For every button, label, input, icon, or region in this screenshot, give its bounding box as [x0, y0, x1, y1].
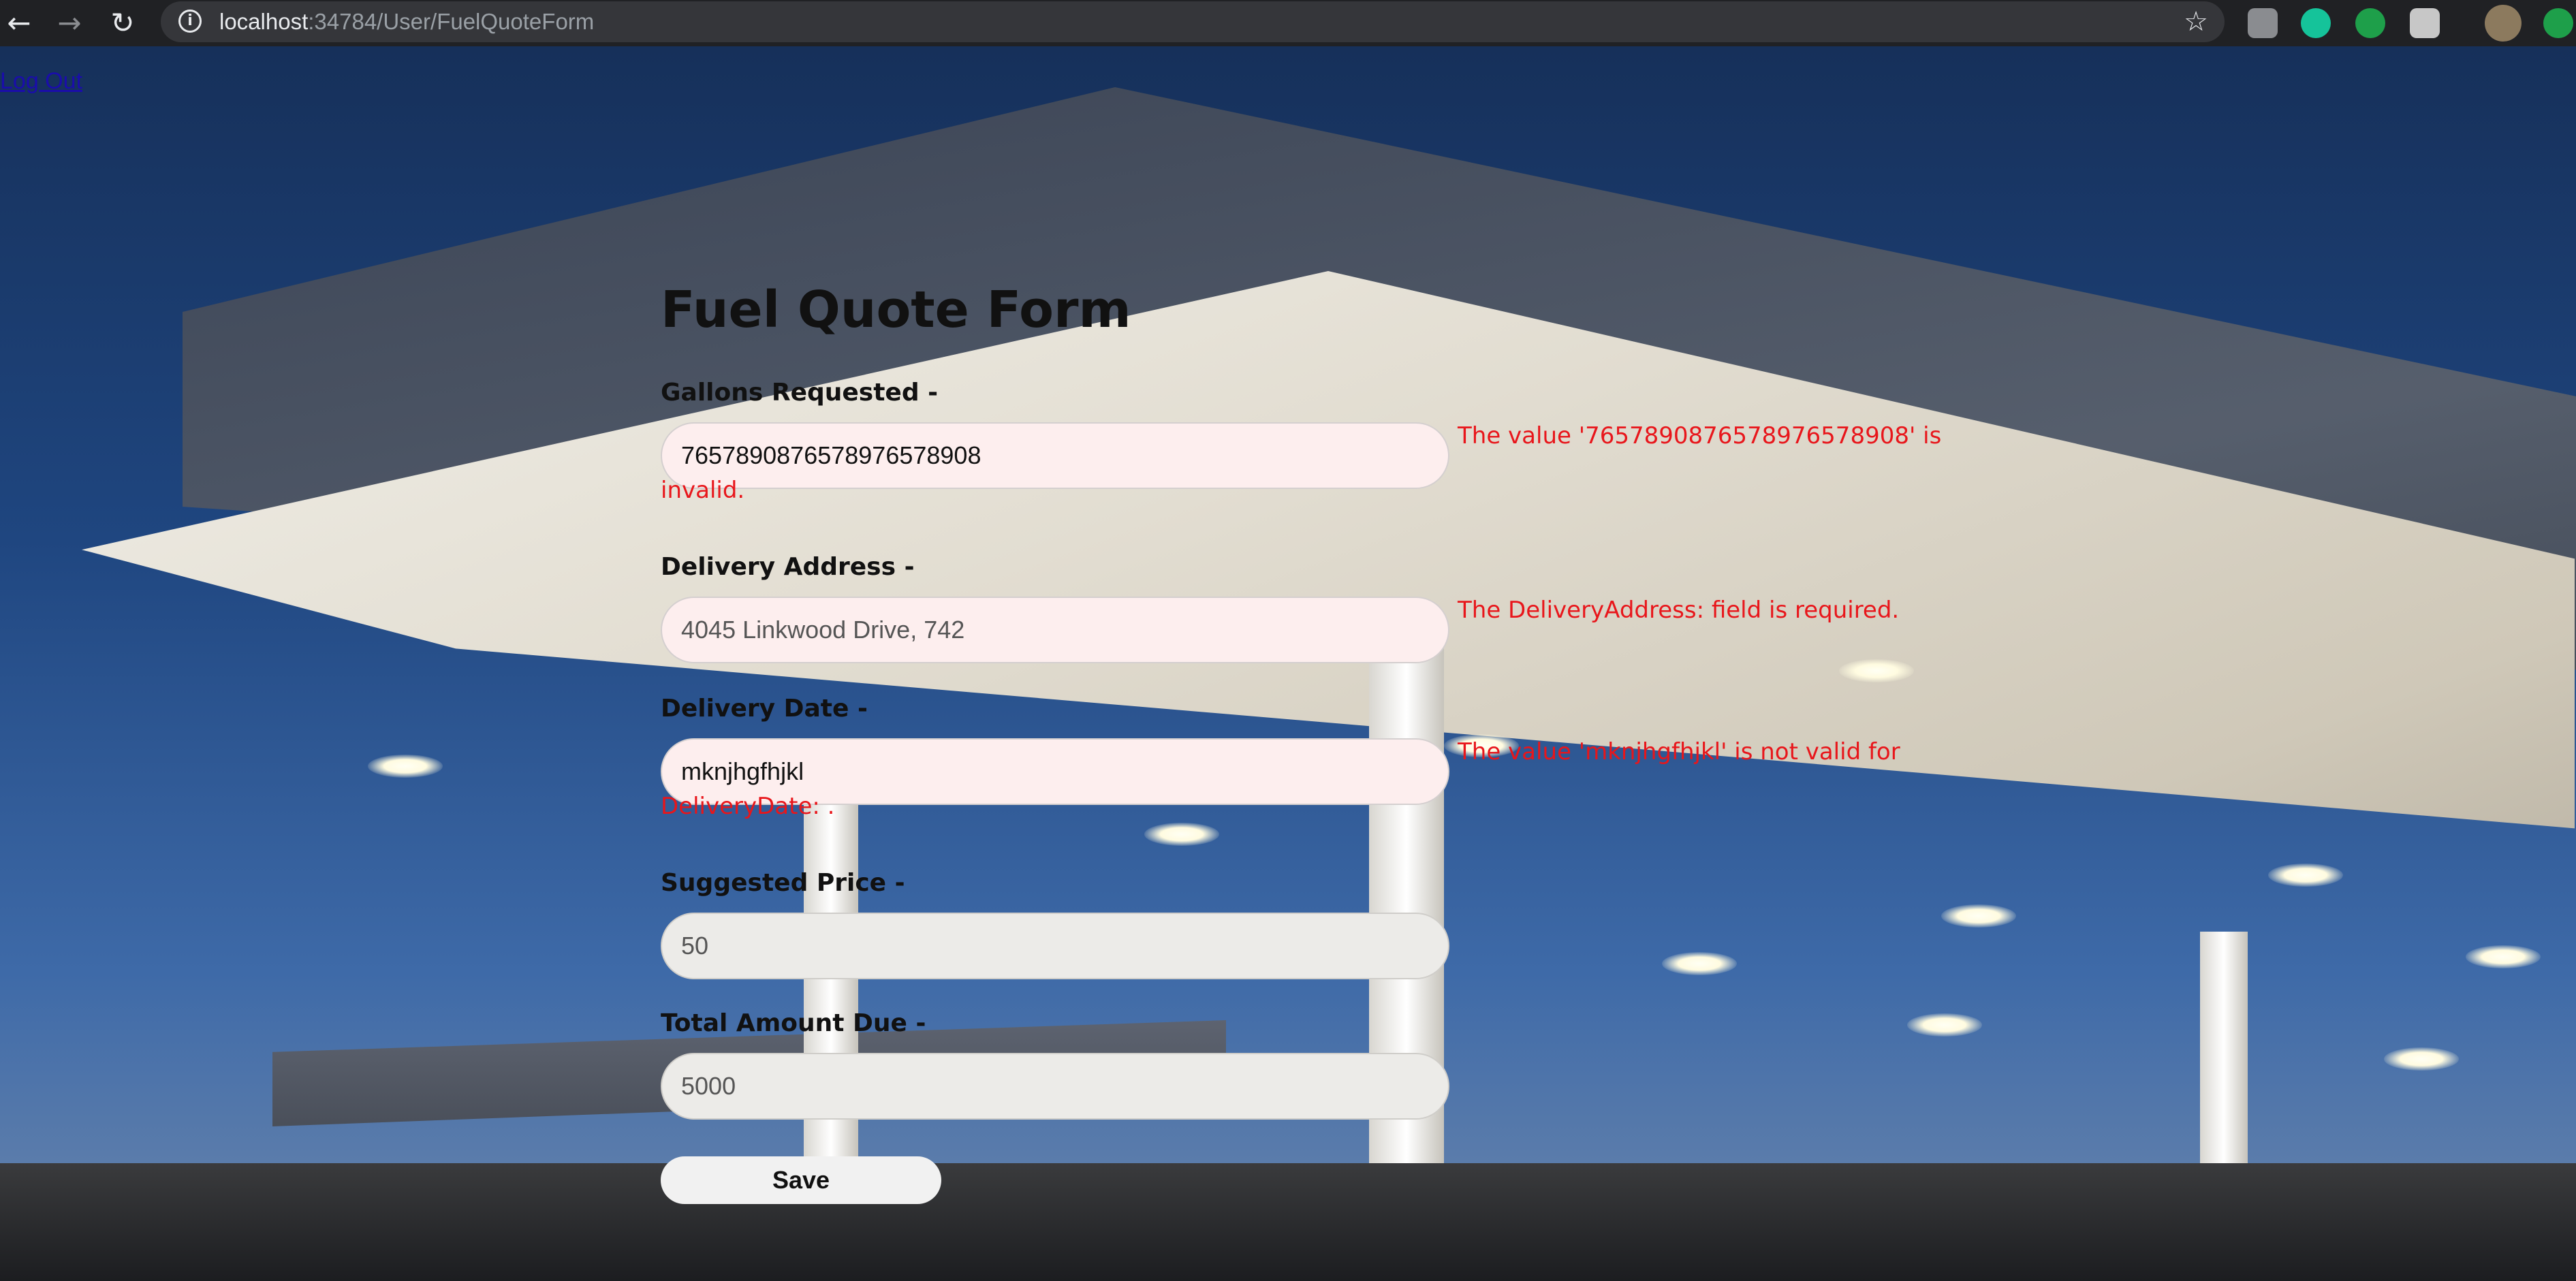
reload-icon[interactable]: ↻ [104, 4, 142, 42]
total-amount-label: Total Amount Due - [661, 1009, 926, 1037]
delivery-date-label: Delivery Date - [661, 695, 868, 723]
delivery-address-error: The DeliveryAddress: field is required. [661, 583, 1996, 637]
gallons-error-line2: invalid. [661, 477, 745, 504]
delivery-date-error-line2: DeliveryDate: . [661, 793, 835, 820]
update-icon[interactable] [2543, 8, 2573, 38]
page-title: Fuel Quote Form [661, 281, 1131, 339]
page-background: Log Out Fuel Quote Form Gallons Requeste… [0, 46, 2576, 1281]
url-text[interactable]: localhost:34784/User/FuelQuoteForm [219, 1, 594, 42]
gallons-label: Gallons Requested - [661, 379, 939, 407]
address-bar[interactable]: i localhost:34784/User/FuelQuoteForm ☆ [161, 1, 2225, 42]
delivery-address-label: Delivery Address - [661, 553, 915, 581]
canopy-light [1662, 952, 1737, 975]
canopy-light [1839, 659, 1914, 682]
delivery-date-error-line1: The value 'mknjhgfhjkl' is not valid for [1458, 738, 1900, 765]
canopy-light [1907, 1013, 1982, 1037]
delivery-date-error-cont: DeliveryDate: . [661, 779, 1996, 834]
delivery-date-error: The value 'mknjhgfhjkl' is not valid for [661, 725, 1996, 779]
grammarly-icon[interactable] [2301, 8, 2331, 38]
canopy-light [2466, 945, 2541, 968]
url-path: :34784/User/FuelQuoteForm [308, 9, 595, 34]
suggested-price-input [661, 913, 1449, 979]
forward-arrow-icon[interactable]: → [50, 4, 89, 42]
total-amount-input [661, 1053, 1449, 1120]
extension-icon[interactable] [2248, 8, 2278, 38]
canopy-light [1941, 904, 2016, 928]
delivery-address-error-text: The DeliveryAddress: field is required. [1458, 597, 1900, 624]
extension-window-icon[interactable] [2410, 8, 2440, 38]
bookmark-star-icon[interactable]: ☆ [2184, 4, 2208, 39]
profile-avatar[interactable] [2485, 5, 2522, 42]
back-arrow-icon[interactable]: ← [0, 4, 38, 42]
save-button[interactable]: Save [661, 1156, 941, 1204]
gallons-error: The value '76578908765789765789​08' is [661, 409, 1996, 463]
url-host: localhost [219, 9, 309, 34]
browser-toolbar: ← → ↻ i localhost:34784/User/FuelQuoteFo… [0, 0, 2576, 46]
canopy-light [368, 755, 443, 778]
gallons-error-line1: The value '76578908765789765789​08' is [1458, 422, 1942, 449]
station-ground [0, 1163, 2576, 1281]
canopy-light [2268, 864, 2343, 887]
suggested-price-label: Suggested Price - [661, 869, 905, 897]
canopy-light [2384, 1047, 2459, 1071]
site-info-icon[interactable]: i [178, 10, 202, 33]
gallons-error-cont: invalid. [661, 463, 1996, 518]
extension-green-icon[interactable] [2355, 8, 2385, 38]
logout-link[interactable]: Log Out [0, 68, 82, 95]
